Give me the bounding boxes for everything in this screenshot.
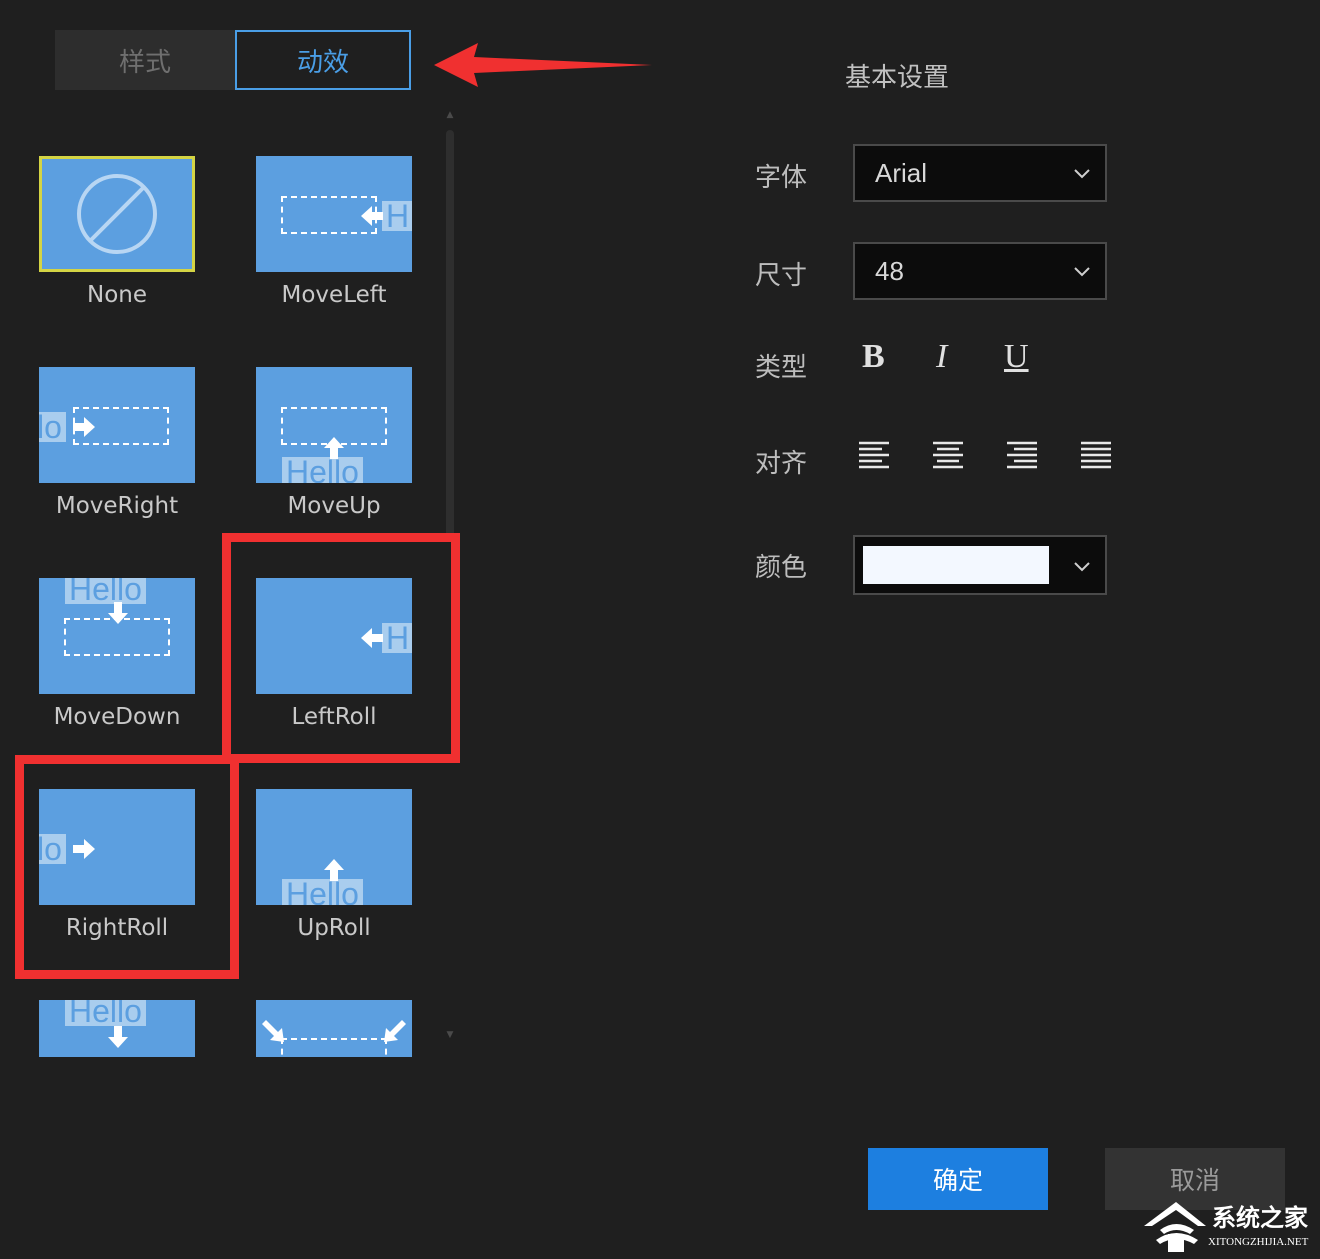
annotation-arrow-icon [434,43,652,87]
scroll-thumb[interactable] [446,130,454,540]
size-value: 48 [875,256,904,286]
effect-label: MoveUp [287,493,381,519]
arrow-diagonal-icon [262,1020,284,1042]
effect-label: MoveDown [53,704,181,730]
arrow-diagonal-icon [384,1020,406,1042]
effect-thumb: Hello [39,578,195,694]
tab-animation[interactable]: 动效 [235,30,411,90]
effect-thumb: Hello [39,1000,195,1057]
thumb-text: H [382,200,412,232]
effect-thumb: H [256,156,412,272]
house-logo-icon [1144,1202,1206,1252]
target-frame [281,1038,387,1057]
font-label: 字体 [755,163,808,193]
scroll-down-icon[interactable]: ▼ [444,1030,456,1040]
effect-thumb [256,1000,412,1057]
color-swatch [863,546,1049,584]
effect-up-roll[interactable]: Hello UpRoll [256,789,412,941]
effect-thumb [39,156,195,272]
effect-move-right[interactable]: lo MoveRight [39,367,195,519]
arrow-right-icon [73,417,95,437]
no-effect-icon [77,174,157,254]
chevron-down-icon [1074,267,1090,277]
effect-thumb: Hello [256,789,412,905]
effect-none[interactable]: None [39,156,195,308]
effect-label: None [86,282,147,308]
color-label: 颜色 [755,553,808,583]
align-center-icon[interactable] [932,440,964,472]
arrow-up-icon [324,437,344,459]
arrow-left-icon [361,206,383,226]
type-label: 类型 [755,353,808,383]
size-label: 尺寸 [755,261,808,291]
effect-label: MoveRight [55,493,179,519]
arrow-down-icon [108,602,128,624]
align-justify-icon[interactable] [1080,440,1112,472]
arrow-up-icon [324,859,344,881]
effect-thumb: lo [39,367,195,483]
watermark-subtext: XITONGZHIJIA.NET [1208,1236,1309,1248]
tab-style[interactable]: 样式 [55,30,235,90]
thumb-text: lo [39,411,66,443]
chevron-down-icon [1074,169,1090,179]
effect-partial-down-roll[interactable]: Hello [39,1000,195,1057]
watermark: 系统之家 XITONGZHIJIA.NET [1140,1196,1318,1256]
font-value: Arial [875,158,928,188]
italic-button[interactable]: I [936,338,947,376]
scroll-up-icon[interactable]: ▲ [444,110,456,120]
align-left-icon[interactable] [858,440,890,472]
settings-title: 基本设置 [845,63,950,93]
highlight-box-leftroll [222,533,460,763]
effect-move-up[interactable]: Hello MoveUp [256,367,412,519]
size-select[interactable]: 48 [853,242,1107,300]
effect-move-left[interactable]: H MoveLeft [256,156,412,308]
watermark-text: 系统之家 [1212,1204,1308,1232]
ok-button[interactable]: 确定 [868,1148,1048,1210]
align-label: 对齐 [755,449,808,479]
effect-thumb: Hello [256,367,412,483]
effect-move-down[interactable]: Hello MoveDown [39,578,195,730]
font-select[interactable]: Arial [853,144,1107,202]
effect-label: UpRoll [297,915,371,941]
effect-partial-expand[interactable] [256,1000,412,1057]
chevron-down-icon [1074,562,1090,572]
highlight-box-rightroll [15,755,239,979]
arrow-down-icon [108,1026,128,1048]
underline-button[interactable]: U [1004,338,1029,376]
effect-label: MoveLeft [281,282,387,308]
align-right-icon[interactable] [1006,440,1038,472]
thumb-text: Hello [65,1000,146,1027]
bold-button[interactable]: B [862,338,885,376]
color-select[interactable] [853,535,1107,595]
